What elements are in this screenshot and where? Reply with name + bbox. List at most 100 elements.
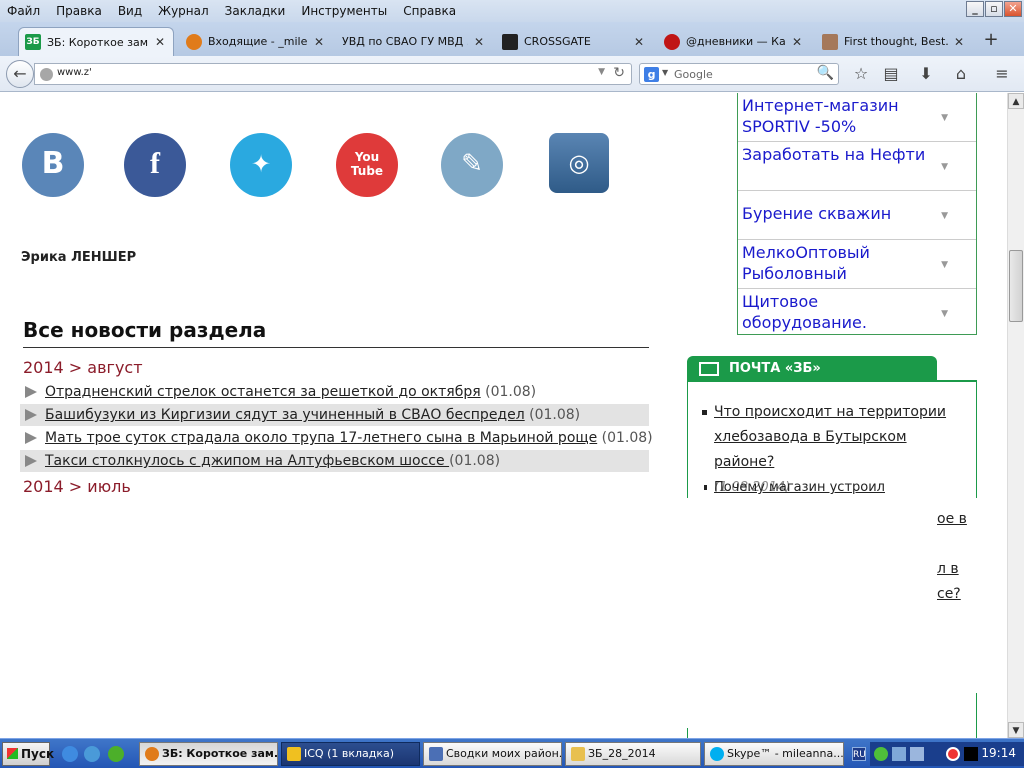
- menu-icon[interactable]: ≡: [991, 64, 1013, 86]
- ad-item[interactable]: Щитовое оборудование. ▼: [738, 289, 976, 338]
- ad-item[interactable]: Заработать на Нефти ▼: [738, 142, 976, 191]
- outlook-icon[interactable]: [84, 746, 100, 762]
- tab-close-icon[interactable]: ✕: [952, 35, 966, 49]
- tab-zb[interactable]: ЗБ ЗБ: Короткое зам... ✕: [18, 27, 174, 56]
- menu-help[interactable]: Справка: [395, 1, 464, 21]
- ad-item[interactable]: Бурение скважин ▼: [738, 191, 976, 240]
- taskbar-button-word[interactable]: Сводки моих район...: [423, 742, 562, 766]
- search-input[interactable]: Google: [674, 68, 713, 81]
- ad-link[interactable]: Заработать на Нефти: [742, 144, 927, 165]
- tab-inbox[interactable]: Входящие - _milen... ✕: [180, 27, 332, 56]
- menu-tools[interactable]: Инструменты: [293, 1, 395, 21]
- chevron-down-icon[interactable]: ▼: [941, 211, 948, 221]
- scroll-down-icon[interactable]: ▼: [1008, 722, 1024, 738]
- scrollbar-thumb[interactable]: [1009, 250, 1023, 322]
- mail-header[interactable]: ПОЧТА «ЗБ»: [687, 356, 937, 382]
- tab-close-icon[interactable]: ✕: [632, 35, 646, 49]
- bookmark-star-icon[interactable]: ☆: [850, 64, 872, 86]
- section-title: Все новости раздела: [23, 318, 649, 348]
- search-bar[interactable]: g ▼ Google 🔍: [639, 63, 839, 85]
- menu-file[interactable]: Файл: [0, 1, 48, 21]
- date-heading-july[interactable]: 2014 > июль: [23, 477, 131, 496]
- tab-uvd[interactable]: УВД по СВАО ГУ МВД ... ✕: [336, 27, 492, 56]
- twitter-icon[interactable]: ✦: [230, 133, 292, 197]
- icq-flower-icon[interactable]: [108, 746, 124, 762]
- home-icon[interactable]: ⌂: [950, 64, 972, 86]
- ad-link[interactable]: Щитовое оборудование.: [742, 291, 927, 333]
- livejournal-icon[interactable]: ✎: [441, 133, 503, 197]
- tab-crossgate[interactable]: CROSSGATE ✕: [496, 27, 652, 56]
- window-controls: _ ▫ ✕: [966, 1, 1022, 17]
- chevron-down-icon[interactable]: ▼: [941, 162, 948, 172]
- clock[interactable]: 19:14: [981, 746, 1016, 760]
- tab-close-icon[interactable]: ✕: [790, 35, 804, 49]
- facebook-icon[interactable]: f: [124, 133, 186, 197]
- start-label: Пуск: [21, 747, 55, 761]
- news-row[interactable]: Мать трое суток страдала около трупа 17-…: [20, 427, 653, 449]
- tab-close-icon[interactable]: ✕: [153, 35, 167, 49]
- new-tab-icon[interactable]: +: [980, 30, 1002, 52]
- news-row[interactable]: Отрадненский стрелок останется за решетк…: [20, 381, 649, 403]
- chevron-down-icon[interactable]: ▼: [941, 113, 948, 123]
- menu-history[interactable]: Журнал: [150, 1, 217, 21]
- tab-close-icon[interactable]: ✕: [472, 35, 486, 49]
- tab-label: CROSSGATE: [524, 35, 591, 48]
- chevron-down-icon[interactable]: ▼: [941, 309, 948, 319]
- download-icon[interactable]: ⬇: [915, 64, 937, 86]
- text-fragment: се?: [937, 586, 961, 602]
- tab-diary[interactable]: @дневники — Ка... ✕: [658, 27, 810, 56]
- mail-link[interactable]: Почему магазин устроил незаконные: [704, 475, 964, 495]
- url-dropdown-icon[interactable]: ▼: [598, 67, 605, 77]
- ad-link[interactable]: Бурение скважин: [742, 203, 927, 224]
- mail-link[interactable]: Что происходит на территории хлебозавода…: [704, 400, 964, 475]
- google-icon[interactable]: g: [644, 67, 659, 82]
- news-link[interactable]: Отрадненский стрелок останется за решетк…: [45, 384, 481, 400]
- ad-item[interactable]: МелкоОптовый Рыболовный ▼: [738, 240, 976, 289]
- news-link[interactable]: Башибузуки из Киргизии сядут за учиненны…: [45, 407, 525, 423]
- taskbar-button-skype[interactable]: Skype™ - mileanna...: [704, 742, 844, 766]
- tray-icon[interactable]: [910, 747, 924, 761]
- search-icon[interactable]: 🔍: [817, 65, 834, 81]
- taskbar-button-icq[interactable]: ICQ (1 вкладка): [281, 742, 420, 766]
- ad-link[interactable]: Интернет-магазин SPORTIV -50%: [742, 95, 927, 137]
- tray-icon[interactable]: [892, 747, 906, 761]
- reading-list-icon[interactable]: ▤: [880, 64, 902, 86]
- ad-link[interactable]: МелкоОптовый Рыболовный: [742, 242, 927, 284]
- globe-icon: [40, 68, 53, 81]
- start-button[interactable]: Пуск: [2, 742, 54, 766]
- minimize-button[interactable]: _: [966, 1, 984, 17]
- vertical-scrollbar[interactable]: ▲ ▼: [1007, 93, 1024, 738]
- ie-icon[interactable]: [62, 746, 78, 762]
- taskbar-button-folder[interactable]: ЗБ_28_2014: [565, 742, 701, 766]
- back-arrow-icon[interactable]: ←: [6, 60, 34, 88]
- news-row[interactable]: Такси столкнулось с джипом на Алтуфьевск…: [20, 450, 649, 472]
- tab-close-icon[interactable]: ✕: [312, 35, 326, 49]
- url-bar[interactable]: www.z' ▼ ↻: [34, 63, 632, 85]
- menu-view[interactable]: Вид: [110, 1, 150, 21]
- ad-item[interactable]: Интернет-магазин SPORTIV -50% ▼: [738, 93, 976, 142]
- date-heading-august[interactable]: 2014 > август: [23, 358, 143, 377]
- mail-item[interactable]: Почему магазин устроил незаконные: [704, 475, 964, 495]
- maximize-button[interactable]: ▫: [985, 1, 1003, 17]
- reload-icon[interactable]: ↻: [613, 65, 625, 81]
- tray-icon[interactable]: [874, 747, 888, 761]
- chevron-down-icon[interactable]: ▼: [941, 260, 948, 270]
- language-indicator[interactable]: RU: [852, 747, 866, 761]
- news-link[interactable]: Такси столкнулось с джипом на Алтуфьевск…: [45, 453, 449, 469]
- taskbar-button-firefox[interactable]: ЗБ: Короткое зам...: [139, 742, 278, 766]
- instagram-icon[interactable]: ◎: [549, 133, 609, 193]
- vk-icon[interactable]: B: [22, 133, 84, 197]
- menu-edit[interactable]: Правка: [48, 1, 110, 21]
- record-icon[interactable]: [946, 747, 960, 761]
- youtube-icon[interactable]: You Tube: [336, 133, 398, 197]
- scroll-up-icon[interactable]: ▲: [1008, 93, 1024, 109]
- close-button[interactable]: ✕: [1004, 1, 1022, 17]
- menu-bookmarks[interactable]: Закладки: [217, 1, 294, 21]
- news-row[interactable]: Башибузуки из Киргизии сядут за учиненны…: [20, 404, 649, 426]
- engine-dropdown-icon[interactable]: ▼: [662, 68, 668, 77]
- news-date: (01.08): [480, 384, 537, 400]
- url-input[interactable]: www.z': [57, 67, 92, 78]
- tray-icon[interactable]: [964, 747, 978, 761]
- tab-firstthought[interactable]: First thought, Best... ✕: [816, 27, 972, 56]
- news-link[interactable]: Мать трое суток страдала около трупа 17-…: [45, 430, 597, 446]
